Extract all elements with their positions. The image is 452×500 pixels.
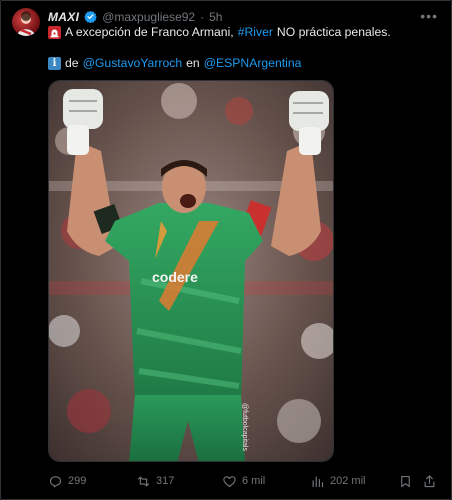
tweet-actions-bar: 299 317 6 mil 202 mil	[48, 472, 440, 490]
views-chart-icon	[312, 476, 324, 487]
more-options-icon[interactable]: •••	[420, 8, 438, 24]
views-count: 202 mil	[330, 475, 366, 487]
jersey-sponsor-text: codere	[152, 269, 198, 285]
credit-middle: en	[186, 56, 200, 70]
tweet-text-after: NO práctica penales.	[276, 25, 391, 39]
like-count: 6 mil	[242, 475, 266, 487]
mention-espn-argentina[interactable]: @ESPNArgentina	[204, 56, 302, 70]
avatar[interactable]	[12, 8, 40, 36]
heart-icon	[223, 475, 236, 487]
bookmark-icon	[401, 475, 410, 487]
reply-count: 299	[68, 475, 87, 487]
tweet-timestamp[interactable]: 5h	[209, 10, 222, 24]
bookmark-action[interactable]	[398, 472, 413, 490]
repost-action[interactable]: 317	[136, 472, 174, 490]
author-name[interactable]: MAXI	[48, 10, 79, 24]
tweet-header: MAXI @maxpugliese92 · 5h	[48, 9, 222, 24]
hashtag-link[interactable]: #River	[238, 25, 273, 39]
avatar-image	[17, 11, 35, 36]
credit-prefix: de	[65, 56, 79, 70]
repost-count: 317	[156, 475, 175, 487]
author-handle[interactable]: @maxpugliese92	[102, 10, 195, 24]
like-action[interactable]: 6 mil	[222, 472, 265, 490]
tweet-text-line-2: i de @GustavoYarroch en @ESPNArgentina	[48, 56, 301, 70]
tweet-text-before: A excepción de Franco Armani,	[65, 25, 234, 39]
reply-icon	[49, 475, 62, 487]
views-action[interactable]: 202 mil	[310, 472, 365, 490]
reply-action[interactable]: 299	[48, 472, 86, 490]
photo-watermark: @futbolcapitals	[241, 403, 248, 451]
repost-icon	[137, 476, 150, 486]
share-icon	[424, 474, 435, 487]
tweet-text-line-1: A excepción de Franco Armani, #River NO …	[48, 25, 391, 39]
verified-badge-icon	[84, 10, 97, 23]
separator-dot: ·	[200, 9, 205, 24]
mention-gustavo-yarroch[interactable]: @GustavoYarroch	[83, 56, 183, 70]
information-emoji-icon: i	[48, 56, 61, 70]
siren-emoji-icon	[48, 25, 61, 39]
tweet-media-photo[interactable]: codere @futbolcapitals	[48, 80, 334, 462]
share-action[interactable]	[422, 472, 437, 490]
